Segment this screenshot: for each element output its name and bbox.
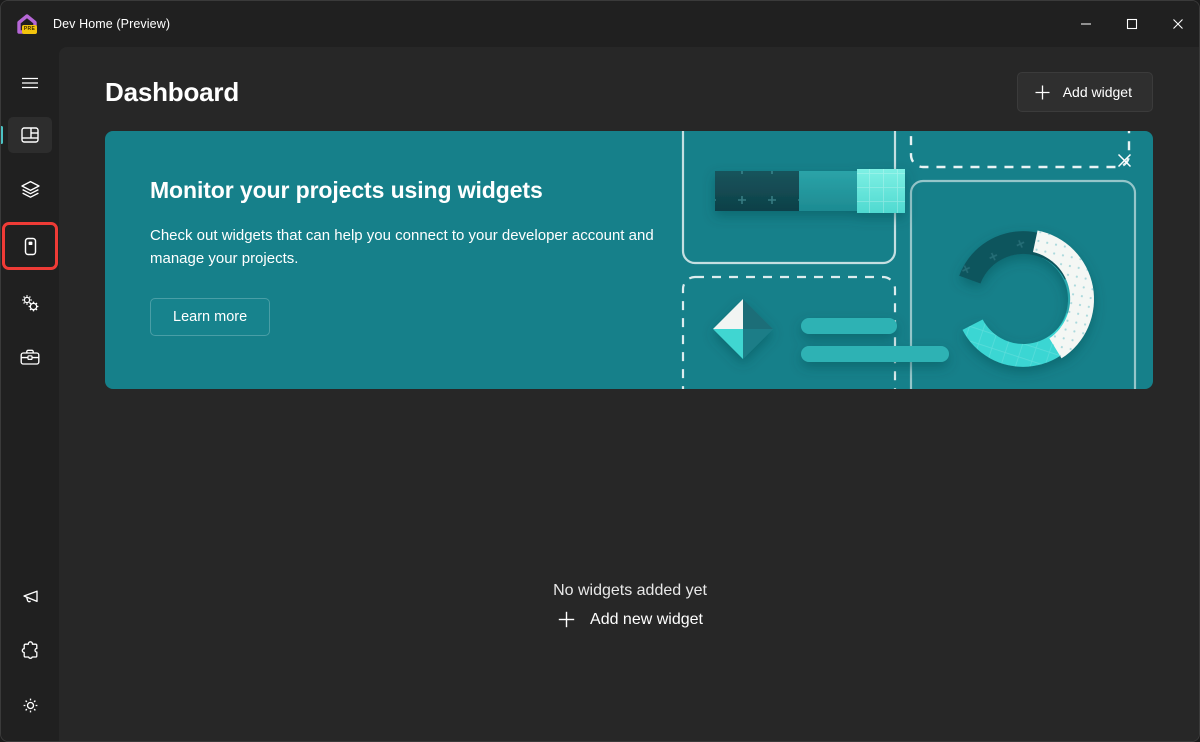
megaphone-icon [19, 587, 41, 607]
hamburger-menu-icon[interactable] [8, 65, 52, 101]
dev-home-house-icon: PRE [17, 14, 37, 34]
bar-lines [801, 318, 949, 362]
close-icon[interactable] [1155, 1, 1199, 47]
sidebar-item-feedback[interactable] [8, 579, 52, 615]
gears-icon [19, 292, 41, 314]
page-header: Dashboard Add widget [105, 67, 1153, 117]
add-new-widget-button[interactable]: Add new widget [547, 606, 713, 633]
window-controls [1063, 1, 1199, 47]
environments-icon [20, 236, 41, 257]
add-new-widget-label: Add new widget [590, 610, 703, 628]
toolbox-icon [19, 347, 41, 367]
plus-icon [557, 610, 576, 629]
donut-chart-3d [959, 230, 1094, 367]
puzzle-piece-icon [20, 640, 41, 662]
widgets-promo-banner: Monitor your projects using widgets Chec… [105, 131, 1153, 389]
banner-close-button[interactable] [1111, 147, 1137, 173]
layers-icon [20, 179, 41, 200]
sidebar-item-machine-configuration[interactable] [8, 171, 52, 207]
sidebar-item-environments[interactable] [2, 222, 58, 270]
sidebar-item-extensions[interactable] [8, 633, 52, 669]
sidebar-bottom-nav [8, 579, 52, 733]
sidebar-item-utilities[interactable] [8, 285, 52, 321]
empty-state-title: No widgets added yet [553, 582, 707, 599]
banner-art-svg [681, 131, 1137, 389]
sidebar-item-settings[interactable] [8, 687, 52, 723]
add-widget-button[interactable]: Add widget [1016, 72, 1153, 112]
sidebar-top-nav [1, 65, 58, 385]
dashboard-icon [20, 125, 40, 145]
gear-icon [20, 695, 41, 716]
add-widget-label: Add widget [1062, 84, 1132, 100]
empty-state: No widgets added yet Add new widget [59, 582, 1199, 633]
minimize-icon[interactable] [1063, 1, 1109, 47]
app-title: Dev Home (Preview) [53, 17, 171, 31]
banner-artwork [673, 131, 1153, 389]
banner-description: Check out widgets that can help you conn… [150, 227, 654, 268]
maximize-icon[interactable] [1109, 1, 1155, 47]
diamond-3d [713, 299, 773, 359]
sidebar [1, 47, 59, 741]
sidebar-item-dev-toolbox[interactable] [8, 339, 52, 375]
preview-badge: PRE [22, 25, 37, 34]
learn-more-button[interactable]: Learn more [150, 297, 271, 336]
title-bar: PRE Dev Home (Preview) [1, 1, 1199, 47]
sidebar-item-dashboard[interactable] [1, 117, 52, 153]
plus-icon [1034, 84, 1051, 101]
page-title: Dashboard [105, 76, 240, 107]
bar-chart-3d [715, 169, 905, 213]
main-content: Dashboard Add widget Monitor your projec… [59, 47, 1199, 741]
banner-title: Monitor your projects using widgets [150, 177, 543, 203]
banner-text-block: Monitor your projects using widgets Chec… [150, 177, 710, 336]
app-window: PRE Dev Home (Preview) Dashboard Add wid… [0, 0, 1200, 742]
